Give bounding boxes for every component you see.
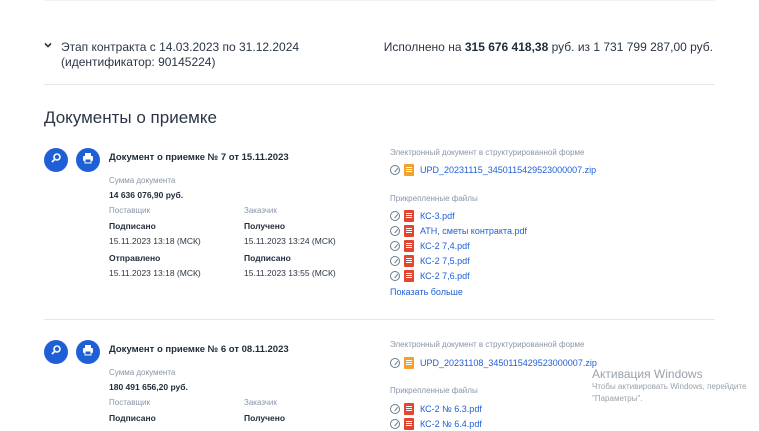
signature-icon — [390, 241, 400, 251]
watermark-title: Активация Windows — [592, 367, 703, 381]
signature-icon — [390, 404, 400, 414]
chevron-down-icon[interactable] — [44, 41, 52, 49]
sum-value: 180 491 656,20 руб. — [109, 382, 188, 392]
attached-file[interactable]: АТН, сметы контракта.pdf — [390, 224, 527, 238]
file-link[interactable]: КС-2 7,6.pdf — [420, 271, 470, 281]
print-button[interactable] — [76, 148, 100, 172]
pdf-file-icon — [404, 270, 414, 282]
view-button[interactable] — [44, 148, 68, 172]
watermark-text: Чтобы активировать Windows, перейдите — [592, 382, 747, 391]
stage-period: Этап контракта с 14.03.2023 по 31.12.202… — [61, 40, 341, 70]
pdf-file-icon — [404, 225, 414, 237]
supplier-label: Поставщик — [109, 398, 151, 407]
zip-file-icon — [404, 357, 414, 369]
divider — [44, 319, 715, 320]
signature-icon — [390, 165, 400, 175]
stage-identifier: (идентификатор: 90145224) — [61, 55, 216, 69]
pdf-file-icon — [404, 240, 414, 252]
file-link[interactable]: UPD_20231108_3450115429523000007.zip — [420, 358, 597, 368]
customer-date: 15.11.2023 13:24 (МСК) — [244, 236, 336, 246]
attachments-label: Прикрепленные файлы — [390, 386, 478, 395]
edoc-file[interactable]: UPD_20231108_3450115429523000007.zip — [390, 356, 597, 370]
customer-status: Получено — [244, 413, 286, 423]
file-link[interactable]: КС-2 № 6.3.pdf — [420, 404, 482, 414]
edoc-file[interactable]: UPD_20231115_3450115429523000007.zip — [390, 163, 596, 177]
signature-icon — [390, 419, 400, 429]
attached-file[interactable]: КС-3.pdf — [390, 209, 455, 223]
supplier-label: Поставщик — [109, 206, 151, 215]
supplier-date: 15.11.2023 13:18 (МСК) — [109, 268, 201, 278]
signature-icon — [390, 358, 400, 368]
show-more-link[interactable]: Показать больше — [390, 287, 463, 297]
printer-icon — [82, 343, 94, 361]
file-link[interactable]: КС-3.pdf — [420, 211, 455, 221]
pdf-file-icon — [404, 403, 414, 415]
sum-label: Сумма документа — [109, 176, 176, 185]
document-title: Документ о приемке № 6 от 08.11.2023 — [109, 344, 289, 355]
pdf-file-icon — [404, 210, 414, 222]
attachments-label: Прикрепленные файлы — [390, 194, 478, 203]
attached-file[interactable]: КС-2 № 6.4.pdf — [390, 417, 482, 431]
watermark-text: "Параметры". — [592, 394, 643, 403]
edoc-label: Электронный документ в структурированной… — [390, 340, 585, 349]
signature-icon — [390, 256, 400, 266]
pdf-file-icon — [404, 418, 414, 430]
stage-dates: Этап контракта с 14.03.2023 по 31.12.202… — [61, 40, 300, 54]
zip-file-icon — [404, 164, 414, 176]
attached-file[interactable]: КС-2 7,5.pdf — [390, 254, 470, 268]
edoc-label: Электронный документ в структурированной… — [390, 148, 585, 157]
search-icon — [50, 151, 62, 169]
signature-icon — [390, 271, 400, 281]
customer-status: Получено — [244, 221, 286, 231]
supplier-status: Подписано — [109, 413, 156, 423]
customer-label: Заказчик — [244, 206, 277, 215]
file-link[interactable]: КС-2 7,4.pdf — [420, 241, 470, 251]
file-link[interactable]: АТН, сметы контракта.pdf — [420, 226, 527, 236]
execution-amount: 315 676 418,38 — [464, 40, 549, 54]
file-link[interactable]: КС-2 № 6.4.pdf — [420, 419, 482, 429]
attached-file[interactable]: КС-2 № 6.3.pdf — [390, 402, 482, 416]
supplier-date: 15.11.2023 13:18 (МСК) — [109, 236, 201, 246]
supplier-status: Подписано — [109, 221, 156, 231]
stage-execution: Исполнено на 315 676 418,38 руб. из 1 73… — [384, 40, 713, 55]
signature-icon — [390, 211, 400, 221]
document-title: Документ о приемке № 7 от 15.11.2023 — [109, 152, 289, 163]
page-title: Документы о приемке — [44, 108, 217, 127]
customer-status: Подписано — [244, 253, 291, 263]
sum-value: 14 636 076,90 руб. — [109, 190, 184, 200]
view-button[interactable] — [44, 340, 68, 364]
execution-total: руб. из 1 731 799 287,00 руб. — [551, 40, 713, 54]
search-icon — [50, 343, 62, 361]
printer-icon — [82, 151, 94, 169]
customer-label: Заказчик — [244, 398, 277, 407]
file-link[interactable]: UPD_20231115_3450115429523000007.zip — [420, 165, 596, 175]
file-link[interactable]: КС-2 7,5.pdf — [420, 256, 470, 266]
pdf-file-icon — [404, 255, 414, 267]
top-divider — [44, 0, 715, 1]
execution-prefix: Исполнено на — [383, 40, 462, 54]
attached-file[interactable]: КС-2 7,4.pdf — [390, 239, 470, 253]
supplier-status: Отправлено — [109, 253, 161, 263]
signature-icon — [390, 226, 400, 236]
customer-date: 15.11.2023 13:55 (МСК) — [244, 268, 336, 278]
divider — [44, 84, 715, 85]
print-button[interactable] — [76, 340, 100, 364]
windows-activation-watermark: Активация Windows Чтобы активировать Win… — [592, 367, 746, 405]
sum-label: Сумма документа — [109, 368, 176, 377]
attached-file[interactable]: КС-2 7,6.pdf — [390, 269, 470, 283]
